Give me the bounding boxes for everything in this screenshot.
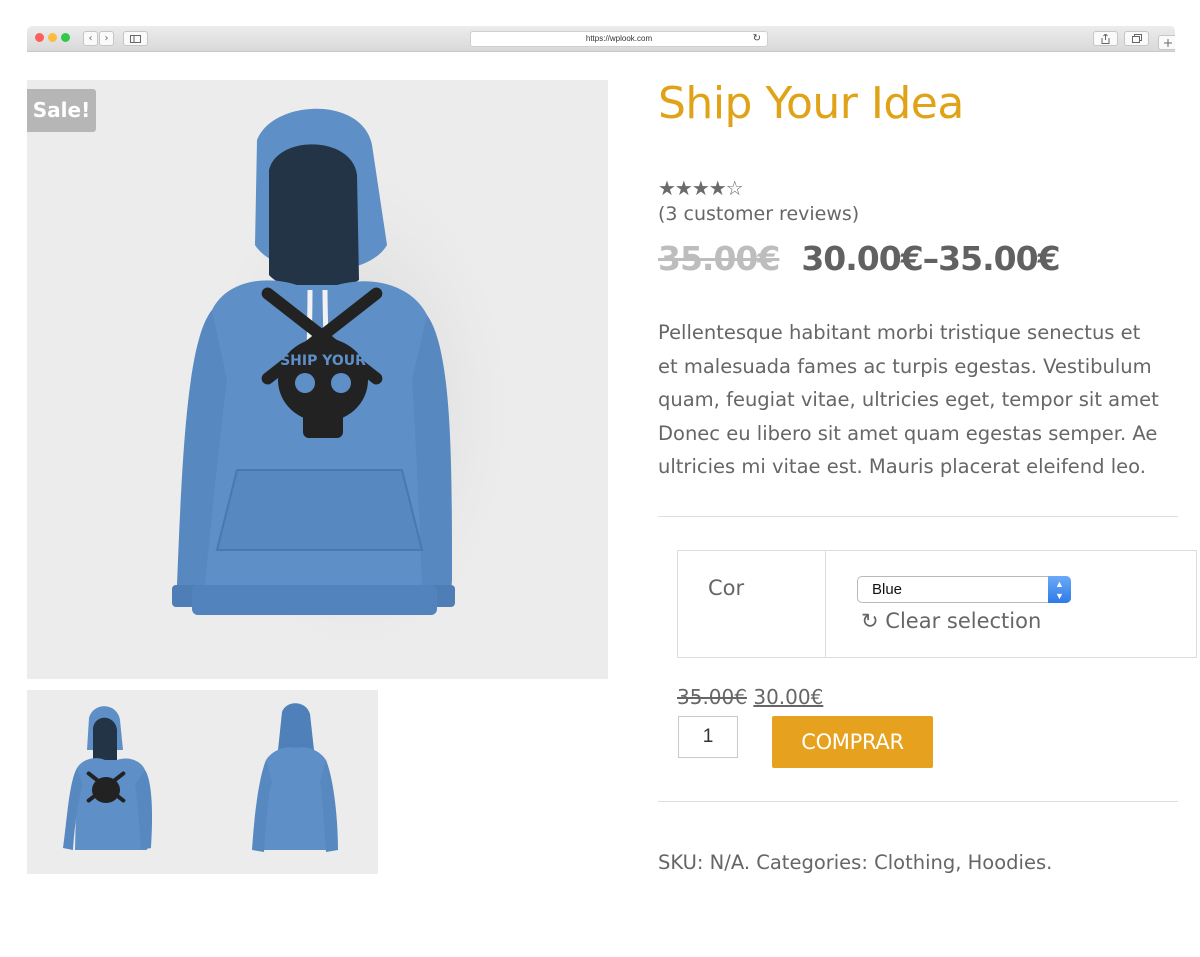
hoodie-front-thumbnail-image [63,706,153,850]
thumbnail-front[interactable] [27,690,202,874]
hoodie-image: SHIP YOUR [172,108,527,679]
description-line: quam, feugiat vitae, ultricies eget, tem… [658,388,1159,411]
reviews-link[interactable]: (3 customer reviews) [658,203,859,225]
svg-text:SHIP YOUR: SHIP YOUR [280,353,366,369]
share-button[interactable] [1093,31,1118,46]
product-meta: SKU: N/A. Categories: Clothing, Hoodies. [658,851,1053,874]
variation-sale-price: 30.00€ [753,685,824,709]
address-bar[interactable]: https://wplook.com ↻ [470,31,768,47]
close-window-button[interactable] [35,33,44,42]
sale-price-range: 30.00€–35.00€ [801,239,1060,278]
description-line: et malesuada fames ac turpis egestas. Ve… [658,354,1152,378]
sidebar-icon [130,35,141,43]
description-line: Donec eu libero sit amet quam egestas se… [658,421,1158,445]
hoodie-back-thumbnail-image [252,703,338,852]
description-line: Pellentesque habitant morbi tristique se… [658,321,1141,344]
color-selected-value: Blue [872,581,903,598]
original-price: 35.00€ [658,239,780,278]
refresh-icon: ↻ [861,609,879,633]
clear-selection-text: Clear selection [885,609,1042,633]
product-description: Pellentesque habitant morbi tristique se… [658,316,1200,484]
product-title: Ship Your Idea [658,78,964,129]
tabs-icon [1131,34,1142,43]
divider [658,516,1178,517]
share-icon [1101,33,1110,44]
color-select[interactable]: Blue ▲ ▼ [857,576,1071,603]
zoom-window-button[interactable] [61,33,70,42]
description-line: ultricies mi vitae est. Mauris placerat … [658,455,1146,478]
tabs-overview-button[interactable] [1124,31,1149,46]
rating-stars: ★★★★☆ [658,176,744,200]
thumbnail-back[interactable] [202,690,377,874]
color-label: Cor [708,576,745,600]
select-arrows-icon: ▲ ▼ [1048,576,1071,603]
new-tab-button[interactable] [1158,35,1175,50]
variation-price: 35.00€ 30.00€ [677,685,823,709]
variation-original-price: 35.00€ [677,685,747,709]
add-to-cart-button[interactable]: COMPRAR [772,716,933,768]
reload-icon[interactable]: ↻ [753,32,761,46]
sale-badge: Sale! [27,89,96,132]
url-text: https://wplook.com [585,34,653,43]
variations-table: Cor Blue ▲ ▼ ↻ Clear selection [677,550,1197,658]
forward-button[interactable]: › [99,31,114,46]
back-button[interactable]: ‹ [83,31,98,46]
product-thumbnails [27,690,378,874]
quantity-input[interactable]: 1 [678,716,738,758]
plus-icon [1164,39,1172,47]
divider [658,801,1178,802]
table-divider [825,551,826,657]
price-row: 35.00€ 30.00€–35.00€ [658,239,1061,278]
browser-toolbar: ‹ › https://wplook.com ↻ [27,26,1175,52]
minimize-window-button[interactable] [48,33,57,42]
clear-selection-link[interactable]: ↻ Clear selection [861,609,1041,633]
product-main-image[interactable]: SHIP YOUR Sale! [27,80,608,679]
sidebar-toggle-button[interactable] [123,31,148,46]
